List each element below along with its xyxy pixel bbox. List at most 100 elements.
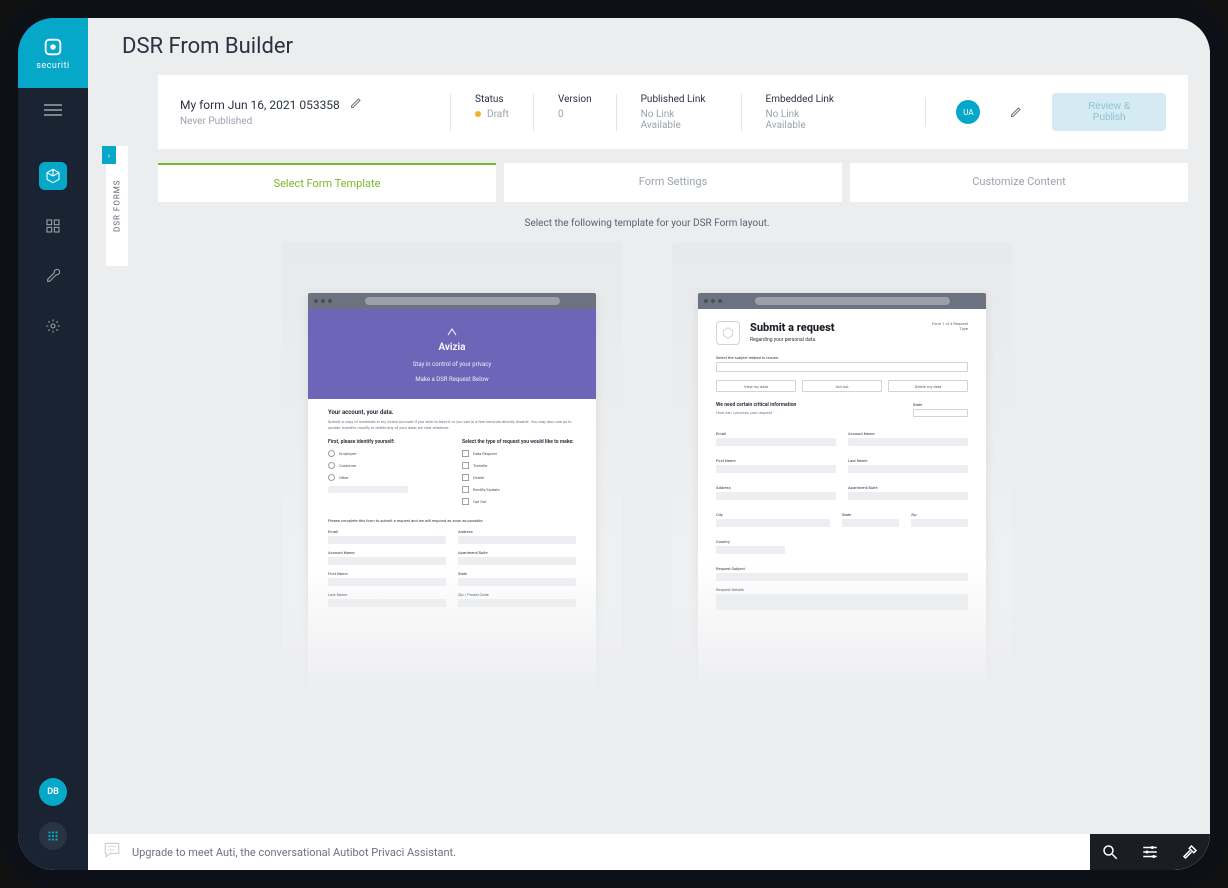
page-title: DSR From Builder	[88, 18, 1210, 75]
t2-label-zip: Zip	[911, 512, 968, 517]
edit-name-button[interactable]	[350, 97, 362, 112]
current-user-avatar[interactable]: UA	[956, 100, 980, 124]
wrench-icon	[45, 268, 61, 284]
tool-build[interactable]	[1180, 842, 1200, 862]
pencil-icon	[350, 97, 362, 109]
template1-chk-transfer: Transfer	[462, 462, 576, 469]
template1-hero-line1: Stay in control of your privacy	[318, 361, 586, 368]
mock-browser-chrome	[698, 293, 986, 309]
cube-icon	[45, 168, 61, 184]
bottom-bar-text: Upgrade to meet Auti, the conversational…	[132, 846, 456, 859]
t1-label-apt: Apartment/Suite	[458, 550, 576, 555]
template1-logo-icon	[446, 326, 458, 338]
status-dot-icon	[475, 111, 481, 117]
tab-form-settings[interactable]: Form Settings	[504, 163, 842, 202]
form-name-block: My form Jun 16, 2021 053358 Never Publis…	[180, 97, 420, 127]
meta-version-label: Version	[558, 94, 592, 105]
template1-opt-customer: Customer	[328, 462, 442, 469]
dashboard-icon	[45, 218, 61, 234]
hamburger-icon	[44, 104, 62, 116]
template-card-1[interactable]: Avizia Stay in control of your privacy M…	[282, 243, 622, 693]
t1-label-accountname: Account Name	[328, 550, 446, 555]
search-icon	[1101, 843, 1119, 861]
nav-tools[interactable]	[39, 262, 67, 290]
nav-dashboard[interactable]	[39, 212, 67, 240]
nav-cube[interactable]	[39, 162, 67, 190]
template2-logo-icon	[716, 321, 740, 345]
template2-mock: Submit a request Regarding your personal…	[698, 293, 986, 693]
template-card-2[interactable]: Submit a request Regarding your personal…	[672, 243, 1012, 693]
nav-settings[interactable]	[39, 312, 67, 340]
t2-label-req-details: Request Details	[716, 587, 968, 592]
edit-user-button[interactable]	[1010, 103, 1022, 122]
template1-section-h: Your account, your data.	[328, 409, 576, 416]
t2-label-lastname: Last Name	[848, 458, 968, 463]
template1-chk-optout: Opt Out	[462, 498, 576, 505]
bottom-bar: Upgrade to meet Auti, the conversational…	[88, 834, 1210, 870]
t2-label-state: State	[842, 512, 899, 517]
t2-label-country: Country	[716, 539, 785, 544]
content: › DSR FORMS My form Jun 16, 2021 053358 …	[88, 75, 1210, 870]
brand-logo[interactable]: securiti	[18, 18, 88, 88]
tool-search[interactable]	[1100, 842, 1120, 862]
template1-chk-delete: Delete	[462, 474, 576, 481]
t1-label-address: Address	[458, 529, 576, 534]
info-bar-divider	[925, 98, 926, 126]
pencil-icon	[1010, 106, 1022, 118]
bottom-tools	[1090, 834, 1210, 870]
tool-sliders[interactable]	[1140, 842, 1160, 862]
meta-published-link-label: Published Link	[641, 94, 717, 105]
tab-row: Select Form Template Form Settings Custo…	[158, 163, 1188, 202]
t1-label-firstname: First Name	[328, 571, 446, 576]
template2-part-label: Form 1 of 4 Request Type	[928, 321, 968, 331]
nav-icons	[39, 162, 67, 340]
meta-published-link-value: No Link Available	[641, 109, 717, 131]
template1-note: Please complete this form to submit a re…	[328, 518, 576, 523]
t1-label-lastname: Last Name	[328, 592, 446, 597]
chat-icon[interactable]	[102, 840, 122, 864]
gear-icon	[45, 318, 61, 334]
nav-apps[interactable]	[39, 822, 67, 850]
rail-expand[interactable]: ›	[102, 146, 116, 164]
meta-embedded-link-value: No Link Available	[766, 109, 842, 131]
template1-col2-h: Select the type of request you would lik…	[462, 439, 576, 445]
template2-btn-delete: Delete my data	[888, 380, 968, 392]
template1-mock: Avizia Stay in control of your privacy M…	[308, 293, 596, 693]
t2-state-select	[913, 409, 968, 417]
menu-toggle[interactable]	[18, 88, 88, 132]
sliders-icon	[1141, 843, 1159, 861]
t1-label-email: Email	[328, 529, 446, 534]
user-avatar[interactable]: DB	[39, 778, 67, 806]
meta-published-link: Published Link No Link Available	[616, 94, 741, 131]
template1-hero: Avizia Stay in control of your privacy M…	[308, 309, 596, 399]
template2-sec-h: We need certain critical information	[716, 402, 901, 408]
template1-opt-other: Other	[328, 474, 442, 481]
template2-select	[716, 362, 968, 372]
template1-opt-employee: Employee	[328, 450, 442, 457]
t2-label-firstname: First Name	[716, 458, 836, 463]
meta-embedded-link-label: Embedded Link	[766, 94, 842, 105]
info-bar: My form Jun 16, 2021 053358 Never Publis…	[158, 75, 1188, 149]
template1-other-input	[328, 486, 408, 493]
main-area: DSR From Builder › DSR FORMS My form Jun…	[88, 18, 1210, 870]
template2-btn-view: View my data	[716, 380, 796, 392]
sidebar-bottom: DB	[39, 778, 67, 850]
meta-status: Status Draft	[450, 94, 533, 131]
template-instruction: Select the following template for your D…	[106, 218, 1188, 229]
t1-label-zip: Zip / Postal Code	[458, 592, 576, 597]
t2-label-state-sel: State	[913, 402, 968, 407]
template2-sub: Regarding your personal data.	[750, 337, 918, 343]
review-publish-button[interactable]: Review & Publish	[1052, 93, 1166, 131]
tab-customize-content[interactable]: Customize Content	[850, 163, 1188, 202]
dsr-forms-rail[interactable]: DSR FORMS	[106, 146, 128, 266]
t2-label-address: Address	[716, 485, 836, 490]
tab-select-template[interactable]: Select Form Template	[158, 163, 496, 202]
template1-body: Your account, your data. Submit a copy o…	[308, 399, 596, 623]
t2-label-apt: Apartment/Suite	[848, 485, 968, 490]
mock-browser-chrome	[308, 293, 596, 309]
template2-btn-optout: Opt out	[802, 380, 882, 392]
template1-chk-rectify: Rectify/Update	[462, 486, 576, 493]
form-name: My form Jun 16, 2021 053358	[180, 98, 340, 112]
template-grid: Avizia Stay in control of your privacy M…	[106, 243, 1188, 693]
brand-icon	[42, 36, 64, 58]
